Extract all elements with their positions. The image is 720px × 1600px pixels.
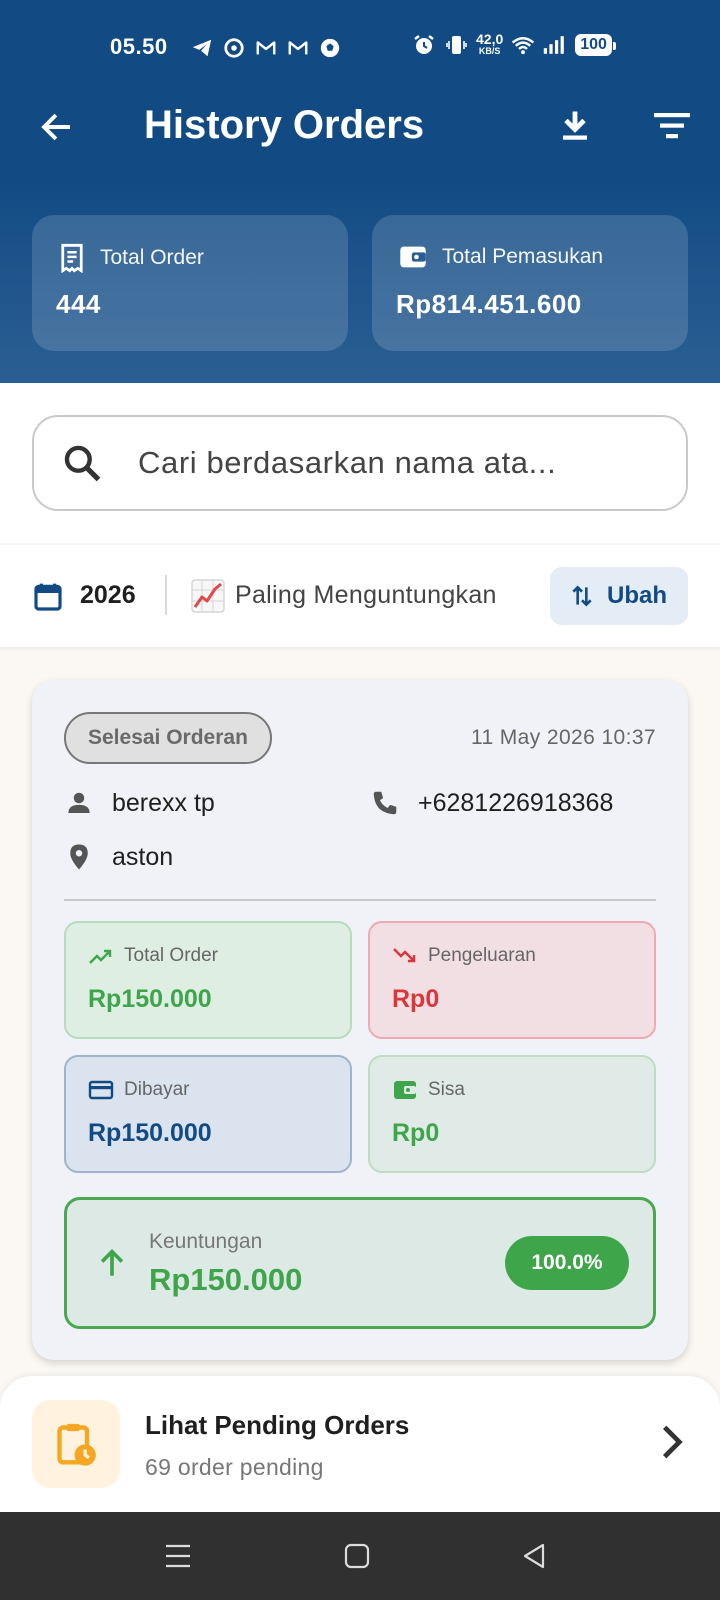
credit-card-icon bbox=[88, 1080, 114, 1100]
paid-label-row: Dibayar bbox=[88, 1079, 189, 1101]
profit-label: Keuntungan bbox=[149, 1230, 263, 1253]
change-sort-button[interactable]: Ubah bbox=[550, 567, 688, 625]
order-total-label: Total Order bbox=[124, 945, 218, 966]
system-back-button[interactable] bbox=[518, 1540, 550, 1572]
total-order-card: Total Order 444 bbox=[32, 215, 348, 351]
person-icon bbox=[68, 792, 90, 813]
download-icon bbox=[563, 111, 587, 140]
gmail-icon-2 bbox=[286, 36, 310, 60]
address-row: aston bbox=[64, 842, 173, 872]
back-button[interactable] bbox=[34, 105, 78, 149]
phone-icon bbox=[373, 791, 397, 815]
total-order-label-row: Total Order bbox=[58, 243, 204, 273]
back-triangle-icon bbox=[523, 1543, 545, 1569]
profit-percent-badge: 100.0% bbox=[505, 1236, 629, 1290]
order-status-badge: Selesai Orderan bbox=[64, 712, 272, 764]
app-bar: History Orders bbox=[0, 95, 720, 159]
customer-name: berexx tp bbox=[112, 788, 215, 817]
arrow-back-icon bbox=[41, 113, 70, 141]
filter-divider bbox=[165, 575, 167, 615]
system-nav-bar bbox=[0, 1512, 720, 1600]
remaining-label: Sisa bbox=[428, 1079, 465, 1100]
wallet-icon bbox=[400, 246, 426, 268]
wifi-icon bbox=[511, 33, 535, 57]
phone-row: +6281226918368 bbox=[370, 788, 613, 818]
home-button[interactable] bbox=[341, 1540, 373, 1572]
swap-vert-icon bbox=[572, 585, 592, 607]
profit-box: Keuntungan Rp150.000 100.0% bbox=[64, 1197, 656, 1329]
remaining-value: Rp0 bbox=[392, 1119, 440, 1147]
notification-icons bbox=[190, 36, 342, 60]
total-income-card: Total Pemasukan Rp814.451.600 bbox=[372, 215, 688, 351]
order-card[interactable]: Selesai Orderan 11 May 2026 10:37 berexx… bbox=[32, 680, 688, 1360]
signal-icon bbox=[543, 33, 567, 57]
calendar-icon[interactable] bbox=[32, 581, 64, 613]
location-pin-icon bbox=[70, 844, 88, 870]
telegram-icon bbox=[190, 36, 214, 60]
network-speed: 42,0 KB/S bbox=[476, 32, 503, 57]
gmail-icon bbox=[254, 36, 278, 60]
page-title: History Orders bbox=[144, 103, 425, 147]
battery-indicator: 100 bbox=[575, 34, 616, 56]
status-time: 05.50 bbox=[110, 34, 168, 59]
pending-subtitle: 69 order pending bbox=[145, 1454, 324, 1480]
expense-label-row: Pengeluaran bbox=[392, 945, 536, 967]
paid-label: Dibayar bbox=[124, 1079, 190, 1100]
card-divider bbox=[64, 899, 656, 901]
filter-button[interactable] bbox=[650, 103, 694, 147]
search-icon bbox=[64, 445, 101, 482]
app-notification-icon bbox=[222, 36, 246, 60]
filter-list-icon bbox=[654, 113, 690, 139]
expense-value: Rp0 bbox=[392, 985, 440, 1013]
receipt-icon bbox=[61, 243, 83, 273]
change-sort-label: Ubah bbox=[607, 582, 667, 609]
vibrate-icon bbox=[444, 33, 468, 57]
alarm-icon bbox=[412, 33, 436, 57]
arrow-up-icon bbox=[100, 1249, 124, 1276]
status-bar: 05.50 42,0 KB/S 100 bbox=[0, 30, 720, 66]
search-box[interactable] bbox=[32, 415, 688, 511]
system-icons: 42,0 KB/S 100 bbox=[412, 32, 616, 57]
year-filter[interactable]: 2026 bbox=[80, 581, 136, 610]
remaining-box: Sisa Rp0 bbox=[368, 1055, 656, 1173]
search-input[interactable] bbox=[138, 439, 658, 487]
trending-up-icon bbox=[89, 949, 112, 964]
menu-icon bbox=[166, 1544, 190, 1568]
pending-actions-icon bbox=[57, 1423, 96, 1466]
expense-box: Pengeluaran Rp0 bbox=[368, 921, 656, 1039]
recent-apps-button[interactable] bbox=[162, 1540, 194, 1572]
profit-value: Rp150.000 bbox=[149, 1262, 303, 1297]
order-total-label-row: Total Order bbox=[88, 945, 218, 967]
remaining-label-row: Sisa bbox=[392, 1079, 465, 1101]
chevron-right-icon bbox=[662, 1425, 683, 1459]
customer-name-row: berexx tp bbox=[64, 788, 215, 818]
order-total-box: Total Order Rp150.000 bbox=[64, 921, 352, 1039]
expense-label: Pengeluaran bbox=[428, 945, 536, 966]
download-button[interactable] bbox=[553, 103, 597, 147]
pending-orders-link[interactable]: Lihat Pending Orders 69 order pending bbox=[0, 1376, 720, 1512]
total-income-label-row: Total Pemasukan bbox=[398, 243, 603, 271]
wallet-icon bbox=[394, 1081, 416, 1099]
soccer-ball-icon bbox=[318, 36, 342, 60]
total-order-value: 444 bbox=[56, 289, 101, 319]
home-square-icon bbox=[344, 1543, 370, 1569]
total-income-value: Rp814.451.600 bbox=[396, 289, 582, 319]
trending-down-icon bbox=[393, 948, 416, 963]
header: 05.50 42,0 KB/S 100 History Orders Total… bbox=[0, 0, 720, 383]
filter-bar: 2026 Paling Menguntungkan Ubah bbox=[0, 545, 720, 647]
order-date: 11 May 2026 10:37 bbox=[470, 726, 656, 749]
paid-value: Rp150.000 bbox=[88, 1119, 212, 1147]
total-income-label: Total Pemasukan bbox=[442, 245, 604, 268]
sort-label: Paling Menguntungkan bbox=[235, 581, 497, 609]
pending-title: Lihat Pending Orders bbox=[145, 1410, 410, 1440]
customer-phone[interactable]: +6281226918368 bbox=[418, 789, 613, 818]
chart-increasing-icon bbox=[191, 579, 225, 613]
search-area bbox=[0, 383, 720, 543]
order-total-value: Rp150.000 bbox=[88, 985, 212, 1013]
pending-icon-container bbox=[32, 1400, 120, 1488]
network-speed-unit: KB/S bbox=[478, 46, 501, 56]
paid-box: Dibayar Rp150.000 bbox=[64, 1055, 352, 1173]
customer-address: aston bbox=[112, 842, 174, 871]
total-order-label: Total Order bbox=[100, 246, 204, 269]
